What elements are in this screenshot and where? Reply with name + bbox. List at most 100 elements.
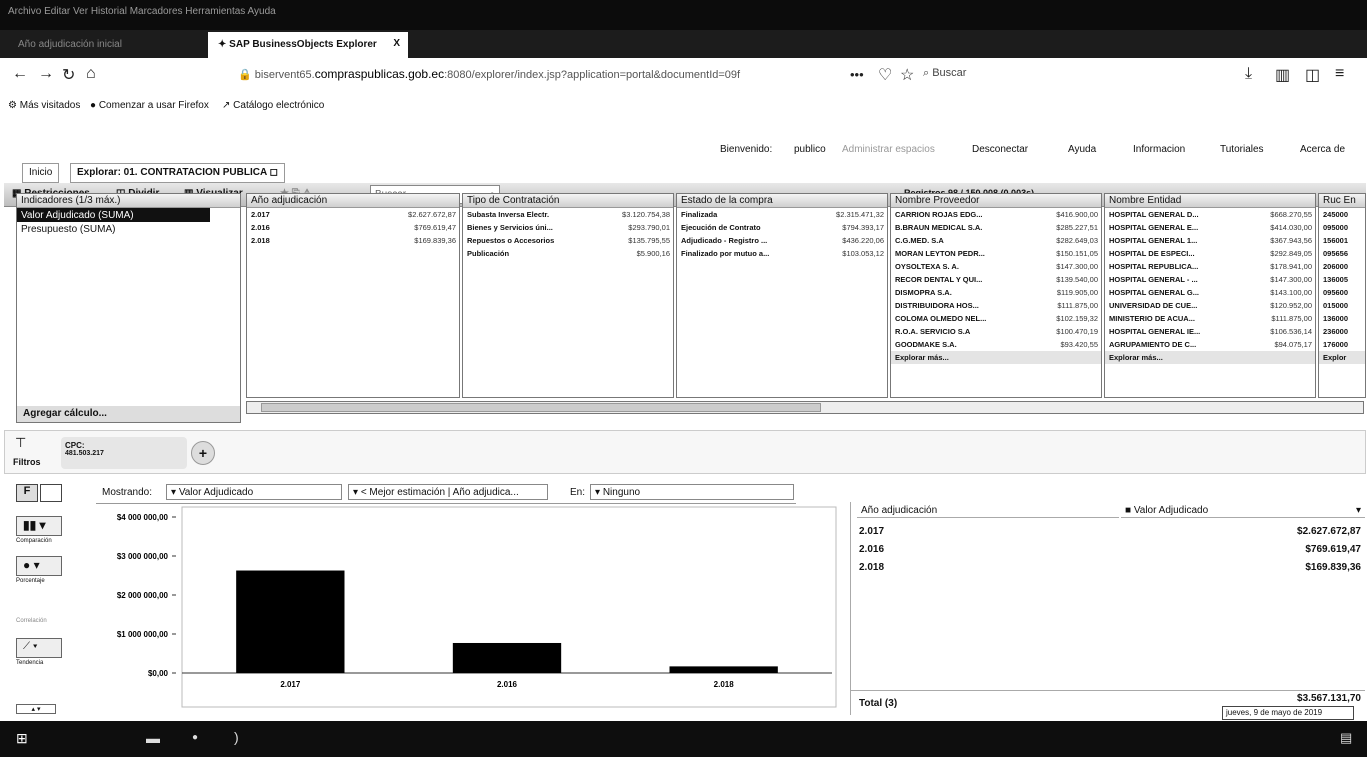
home-icon[interactable]: ⌂ [86,65,96,83]
facet-row[interactable]: 095656 [1319,247,1365,260]
download-icon[interactable]: ⤓ [1245,65,1252,83]
facet-row[interactable]: Adjudicado - Registro ... $436.220,06 [677,234,887,247]
library-icon[interactable]: ▥ [1275,65,1290,85]
file-explorer-icon[interactable]: ▬ [146,730,160,746]
facet-row[interactable]: COLOMA OLMEDO NEL... $102.159,32 [891,312,1101,325]
facet-header[interactable]: Nombre Entidad [1105,194,1315,208]
facet-row[interactable]: DISMOPRA S.A. $119.905,00 [891,286,1101,299]
facet-row[interactable]: AGRUPAMIENTO DE C... $94.075,17 [1105,338,1315,351]
notifications-icon[interactable]: ▤ [1340,730,1352,746]
facet-row[interactable]: DISTRIBUIDORA HOS... $111.875,00 [891,299,1101,312]
facet-row[interactable]: Finalizada $2.315.471,32 [677,208,887,221]
facet-row[interactable]: HOSPITAL GENERAL IE... $106.536,14 [1105,325,1315,338]
facet-row[interactable]: Bienes y Servicios úni... $293.790,01 [463,221,673,234]
facet-header[interactable]: Estado de la compra [677,194,887,208]
facet-row[interactable]: R.O.A. SERVICIO S.A $100.470,19 [891,325,1101,338]
facet-row[interactable]: Publicación $5.900,16 [463,247,673,260]
scroll-thumb[interactable] [261,403,821,412]
bookmark-most-visited[interactable]: ⚙ Más visitados [8,100,80,111]
bookmark-catalog[interactable]: ↗ Catálogo electrónico [222,100,324,111]
facet-row[interactable]: HOSPITAL DE ESPECI... $292.849,05 [1105,247,1315,260]
explore-more-link[interactable]: Explorar más... [891,351,1101,364]
indicator-item[interactable]: Presupuesto (SUMA) [17,222,240,236]
sidebar-icon[interactable]: ◫ [1305,65,1320,85]
tab-home[interactable]: Inicio [22,163,60,183]
sidebar-scroll[interactable]: ▴ ▾ [16,704,56,714]
facet-header[interactable]: Tipo de Contratación [463,194,673,208]
facet-row[interactable]: 136000 [1319,312,1365,325]
browser-tab-inactive[interactable]: Año adjudicación inicial [8,32,204,58]
link-tutorials[interactable]: Tutoriales [1220,144,1264,155]
explore-more-link[interactable]: Explorar más... [1105,351,1315,364]
bar-2.016[interactable] [452,642,562,673]
facet-row[interactable]: 095000 [1319,221,1365,234]
facet-row[interactable]: 236000 [1319,325,1365,338]
facet-row[interactable]: HOSPITAL GENERAL G... $143.100,00 [1105,286,1315,299]
trend-chart-button[interactable]: ⟋ ▾ [16,638,62,658]
bar-2.017[interactable] [236,570,345,673]
facet-row[interactable]: Subasta Inversa Electr. $3.120.754,38 [463,208,673,221]
facet-row[interactable]: MORAN LEYTON PEDR... $150.151,05 [891,247,1101,260]
windows-start-icon[interactable]: ⊞ [16,730,28,747]
facet-row[interactable]: Repuestos o Accesorios $135.795,55 [463,234,673,247]
pie-chart-button[interactable]: ● ▾ [16,556,62,576]
bar-chart-button[interactable]: ▮▮ ▾ [16,516,62,536]
facet-row[interactable]: 2.017 $2.627.672,87 [247,208,459,221]
facet-row[interactable]: Ejecución de Contrato $794.393,17 [677,221,887,234]
facet-row[interactable]: C.G.MED. S.A $282.649,03 [891,234,1101,247]
facet-row[interactable]: 136005 [1319,273,1365,286]
facet-row[interactable]: 206000 [1319,260,1365,273]
facet-header[interactable]: Año adjudicación [247,194,459,208]
link-admin-spaces[interactable]: Administrar espacios [842,144,935,155]
facet-row[interactable]: OYSOLTEXA S. A. $147.300,00 [891,260,1101,273]
facet-row[interactable]: HOSPITAL GENERAL 1... $367.943,56 [1105,234,1315,247]
facet-row[interactable]: B.BRAUN MEDICAL S.A. $285.227,51 [891,221,1101,234]
filter-chip[interactable]: CPC: 481.503.217 [61,437,187,469]
browser-tab-active[interactable]: ✦ SAP BusinessObjects Explorer X [208,32,408,58]
facet-header[interactable]: Ruc En [1319,194,1365,208]
facet-row[interactable]: 176000 [1319,338,1365,351]
facet-row[interactable]: HOSPITAL REPUBLICA... $178.941,00 [1105,260,1315,273]
table-view-button[interactable] [40,484,62,502]
facet-row[interactable]: 015000 [1319,299,1365,312]
en-select[interactable]: ▾ Ninguno [590,484,794,500]
bookmark-firefox[interactable]: ● Comenzar a usar Firefox [90,100,209,111]
facet-header[interactable]: Nombre Proveedor [891,194,1101,208]
add-calculation-button[interactable]: Agregar cálculo... [17,406,240,422]
app-icon[interactable]: ● [192,732,198,743]
facet-row[interactable]: 2.016 $769.619,47 [247,221,459,234]
link-info[interactable]: Informacion [1133,144,1185,155]
url-bar[interactable]: 🔒 biservent65.compraspublicas.gob.ec:808… [232,62,840,86]
link-help[interactable]: Ayuda [1068,144,1096,155]
bookmark-star-icon[interactable]: ☆ [900,65,914,85]
facets-scrollbar[interactable] [246,401,1364,414]
grid-header-value[interactable]: ■ Valor Adjudicado ▾ [1121,502,1365,518]
facet-row[interactable]: HOSPITAL GENERAL - ... $147.300,00 [1105,273,1315,286]
facet-row[interactable]: 156001 [1319,234,1365,247]
facet-row[interactable]: RECOR DENTAL Y QUI... $139.540,00 [891,273,1101,286]
tab-explore[interactable]: Explorar: 01. CONTRATACION PUBLICA ◻ [70,163,285,183]
link-about[interactable]: Acerca de [1300,144,1345,155]
add-filter-button[interactable]: + [191,441,215,465]
bar-2.018[interactable] [669,666,778,673]
facet-row[interactable]: HOSPITAL GENERAL E... $414.030,00 [1105,221,1315,234]
forward-icon[interactable]: → [38,65,54,83]
reload-icon[interactable]: ↻ [62,65,75,85]
dimension-select[interactable]: ▾ < Mejor estimación | Año adjudica... [348,484,548,500]
measure-select[interactable]: ▾ Valor Adjudicado [166,484,342,500]
facet-row[interactable]: HOSPITAL GENERAL D... $668.270,55 [1105,208,1315,221]
more-icon[interactable]: ••• [850,67,864,82]
indicator-item[interactable]: Valor Adjudicado (SUMA) [17,208,210,222]
facet-row[interactable]: CARRION ROJAS EDG... $416.900,00 [891,208,1101,221]
facet-row[interactable]: MINISTERIO DE ACUA... $111.875,00 [1105,312,1315,325]
facet-row[interactable]: UNIVERSIDAD DE CUE... $120.952,00 [1105,299,1315,312]
explore-more-link[interactable]: Explor [1319,351,1365,364]
back-icon[interactable]: ← [12,65,28,83]
chart-view-button[interactable]: F [16,484,38,502]
menu-icon[interactable]: ≡ [1335,65,1344,83]
facet-row[interactable]: GOODMAKE S.A. $93.420,55 [891,338,1101,351]
grid-header-year[interactable]: Año adjudicación [857,502,1119,518]
close-tab-icon[interactable]: X [393,38,400,49]
link-disconnect[interactable]: Desconectar [972,144,1028,155]
facet-row[interactable]: Finalizado por mutuo a... $103.053,12 [677,247,887,260]
